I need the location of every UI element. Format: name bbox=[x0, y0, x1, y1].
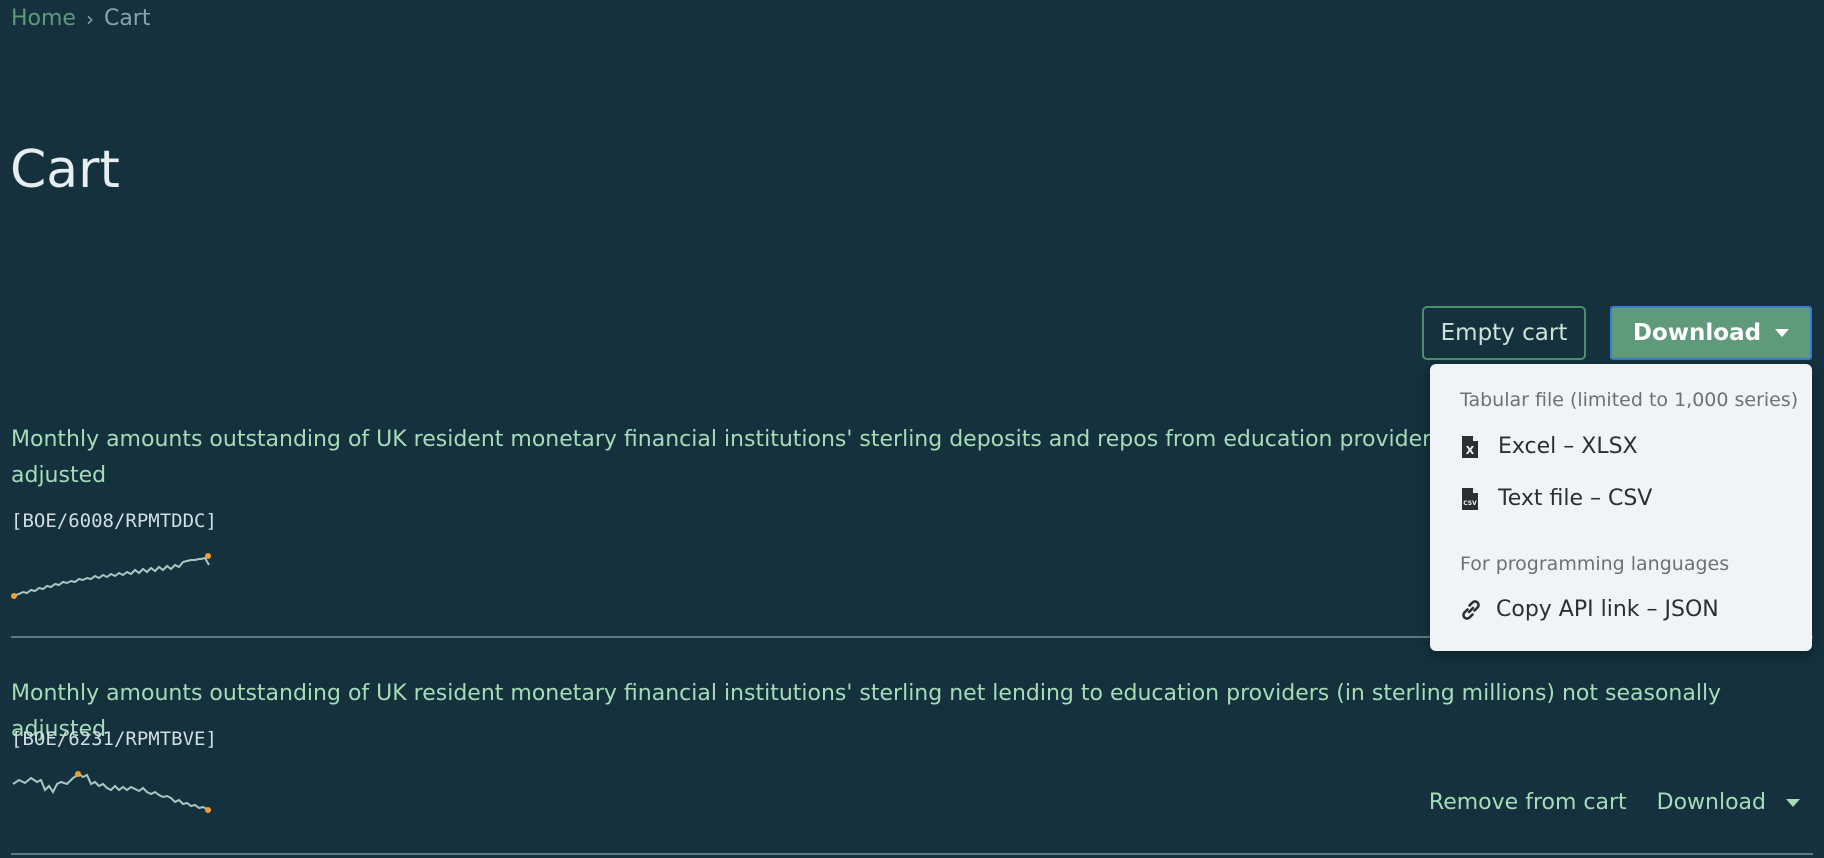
sparkline-chart bbox=[11, 553, 211, 599]
cart-item-title[interactable]: Monthly amounts outstanding of UK reside… bbox=[11, 676, 1811, 748]
chevron-down-icon bbox=[1775, 329, 1790, 337]
breadcrumb-current: Cart bbox=[103, 6, 151, 31]
cart-item-actions: Remove from cart Download bbox=[1429, 790, 1800, 815]
sparkline-min-marker bbox=[205, 807, 211, 813]
empty-cart-button[interactable]: Empty cart bbox=[1422, 306, 1586, 360]
download-excel-item[interactable]: X Excel – XLSX bbox=[1460, 434, 1638, 459]
item-download-label: Download bbox=[1656, 790, 1766, 815]
sparkline-max-marker bbox=[75, 771, 81, 777]
cart-item: Monthly amounts outstanding of UK reside… bbox=[11, 676, 1811, 748]
copy-api-link-item[interactable]: Copy API link – JSON bbox=[1460, 597, 1719, 622]
download-csv-item[interactable]: CSV Text file – CSV bbox=[1460, 486, 1652, 511]
sparkline-chart bbox=[12, 771, 211, 813]
link-icon bbox=[1462, 599, 1480, 620]
copy-api-link-label: Copy API link – JSON bbox=[1496, 597, 1719, 622]
dropdown-header-programming: For programming languages bbox=[1460, 553, 1730, 575]
download-excel-label: Excel – XLSX bbox=[1498, 434, 1638, 459]
breadcrumb: Home › Cart bbox=[11, 6, 150, 31]
download-button[interactable]: Download bbox=[1610, 306, 1812, 360]
sparkline-max-marker bbox=[205, 553, 211, 559]
remove-from-cart-link[interactable]: Remove from cart bbox=[1429, 790, 1627, 815]
file-excel-icon: X bbox=[1462, 435, 1478, 458]
file-csv-icon: CSV bbox=[1462, 487, 1478, 510]
sparkline-line bbox=[12, 772, 211, 811]
item-download-button[interactable]: Download bbox=[1657, 790, 1800, 815]
breadcrumb-separator: › bbox=[85, 6, 94, 31]
download-button-label: Download bbox=[1632, 320, 1762, 346]
download-dropdown-menu: Tabular file (limited to 1,000 series) X… bbox=[1430, 364, 1812, 651]
sparkline-min-marker bbox=[11, 593, 17, 599]
page-title: Cart bbox=[10, 140, 120, 200]
chevron-down-icon bbox=[1786, 798, 1800, 807]
breadcrumb-home-link[interactable]: Home bbox=[11, 6, 76, 31]
dropdown-header-tabular: Tabular file (limited to 1,000 series) bbox=[1460, 389, 1799, 411]
download-csv-label: Text file – CSV bbox=[1498, 486, 1653, 511]
sparkline-line bbox=[12, 556, 210, 597]
svg-text:X: X bbox=[1466, 444, 1475, 457]
cart-item-code: [BOE/6008/RPMTDDC] bbox=[11, 510, 217, 532]
cart-item-code: [BOE/6231/RPMTBVE] bbox=[11, 728, 217, 750]
divider bbox=[11, 853, 1813, 855]
svg-text:CSV: CSV bbox=[1463, 500, 1477, 507]
